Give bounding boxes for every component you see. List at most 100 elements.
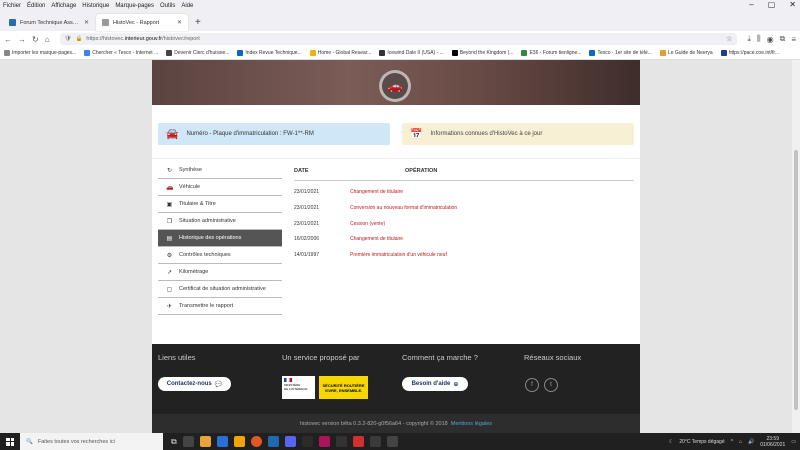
car-icon: 🚘 [166, 128, 179, 140]
bookmark-item[interactable]: Index Revue Technique... [237, 50, 302, 56]
table-row: 23/01/2021 Cession (vente) [294, 221, 634, 237]
twitter-icon[interactable]: t [544, 378, 558, 392]
clock[interactable]: 23:59 01/06/2021 [760, 436, 785, 448]
bookmark-favicon-icon [451, 50, 458, 56]
securite-routiere-logo[interactable]: SÉCURITÉ ROUTIÈRE VIVRE, ENSEMBLE. [319, 376, 368, 399]
url-bar[interactable]: 🛡 🔒 https://histovec.interieur.gouv.fr/h… [59, 33, 738, 45]
network-icon[interactable]: ⌂ [739, 439, 742, 445]
bookmark-item[interactable]: Importer les marque-pages... [4, 50, 76, 56]
home-icon[interactable]: ⌂ [45, 35, 50, 44]
notifications-icon[interactable]: ▭ [791, 439, 796, 445]
menu-item-edition[interactable]: Édition [27, 3, 45, 9]
table-row: 14/01/1997 Première immatriculation d'un … [294, 252, 634, 268]
sidebar-item-kilometrage[interactable]: ↗ Kilométrage [158, 264, 282, 281]
table-row: 23/01/2021 Changement de titulaire [294, 189, 634, 205]
taskbar-app-icon[interactable] [267, 436, 279, 447]
bookmark-star-icon[interactable]: ☆ [726, 35, 732, 43]
car-icon: 🚗 [379, 70, 411, 102]
menu-item-fichier[interactable]: Fichier [3, 3, 21, 9]
app-menu-icon[interactable]: ≡ [791, 35, 796, 44]
taskbar-search[interactable]: 🔍 Faites toutes vos recherches ici [20, 433, 163, 450]
menu-item-aide[interactable]: Aide [181, 3, 193, 9]
car-icon: 🚗 [166, 184, 174, 191]
table-row: 16/02/2006 Changement de titulaire [294, 236, 634, 252]
menu-item-affichage[interactable]: Affichage [51, 3, 76, 9]
close-tab-icon[interactable]: ✕ [177, 19, 182, 26]
taskbar-app-icon[interactable] [216, 436, 228, 447]
ministere-logo[interactable]: MINISTÈRE DE L'INTÉRIEUR [282, 376, 315, 399]
french-flag-icon [284, 378, 292, 382]
menu-item-marque-pages[interactable]: Marque-pages [115, 3, 154, 9]
menu-item-historique[interactable]: Historique [82, 3, 109, 9]
taskbar-app-icon[interactable] [386, 436, 398, 447]
taskbar-app-icon[interactable] [335, 436, 347, 447]
bookmark-item[interactable]: https://pace.coe.int/fr... [720, 50, 779, 56]
bookmark-item[interactable]: Icewind Dale II (USA) - ... [379, 50, 444, 56]
minimize-button[interactable]: – [749, 0, 753, 10]
facebook-icon[interactable]: f [525, 378, 539, 392]
bookmark-item[interactable]: Chercher « Tesco - Internet ... [84, 50, 158, 56]
report-sidebar: ↻ Synthèse 🚗 Véhicule ▣ Titulaire & Titre ❐… [158, 159, 282, 315]
tab-histovec[interactable]: HistoVec - Rapport ✕ [96, 14, 188, 31]
close-tab-icon[interactable]: ✕ [84, 19, 89, 26]
footer-links-title: Liens utiles [158, 353, 196, 362]
tab-forum[interactable]: Forum Technique Associatif de ✕ [3, 14, 95, 31]
taskbar-app-icon[interactable] [233, 436, 245, 447]
start-button[interactable] [0, 437, 20, 446]
library-icon[interactable]: ⫼ [757, 34, 761, 44]
help-button[interactable]: Besoin d'aide ⊕ [402, 377, 468, 391]
bookmark-favicon-icon [84, 50, 91, 56]
info-text: Informations connues d'HistoVec à ce jou… [430, 131, 543, 137]
bookmark-item[interactable]: Devenir Clerc d'huissie... [166, 50, 229, 56]
taskbar-app-icon[interactable] [199, 436, 211, 447]
bookmark-item[interactable]: Beyond the Kingdom (... [451, 50, 513, 56]
sidebar-item-certificat[interactable]: ▢ Certificat de situation administrative [158, 281, 282, 298]
table-header: DATE OPÉRATION [294, 168, 634, 181]
sidebar-item-transmettre[interactable]: ✈ Transmettre le rapport [158, 298, 282, 315]
page-scrollbar[interactable] [792, 60, 800, 433]
new-tab-button[interactable]: + [189, 17, 207, 31]
taskbar-app-icon[interactable] [284, 436, 296, 447]
weather-moon-icon: ☾ [668, 438, 674, 445]
forum-favicon-icon [9, 19, 16, 26]
sidebar-item-synthese[interactable]: ↻ Synthèse [158, 162, 282, 179]
shield-icon: 🛡 [64, 36, 72, 42]
row-operation: Première immatriculation d'un véhicule n… [350, 252, 447, 259]
tray-chevron-icon[interactable]: ^ [731, 439, 733, 445]
taskbar-app-icon[interactable] [182, 436, 194, 447]
bookmark-item[interactable]: Tesco - 1er site de télé... [589, 50, 652, 56]
bookmark-item[interactable]: Home - Global Resear... [309, 50, 371, 56]
taskbar-app-icon[interactable] [352, 436, 364, 447]
firefox-icon[interactable] [250, 436, 262, 447]
volume-icon[interactable]: 🔊 [748, 439, 754, 445]
scrollbar-thumb[interactable] [794, 150, 798, 410]
taskbar-app-icon[interactable] [318, 436, 330, 447]
bookmark-item[interactable]: E36 - Forum tienligne... [521, 50, 581, 56]
account-icon[interactable]: ◉ [767, 35, 774, 44]
row-date: 16/02/2006 [294, 236, 320, 243]
taskbar-app-icon[interactable] [369, 436, 381, 447]
legal-mentions-link[interactable]: Mentions légales [451, 421, 492, 427]
sidebar-item-controles[interactable]: ⚙ Contrôles techniques [158, 247, 282, 264]
sidebar-item-titulaire[interactable]: ▣ Titulaire & Titre [158, 196, 282, 213]
forward-icon[interactable]: → [18, 35, 26, 44]
task-view-icon[interactable]: ⧉ [171, 437, 177, 447]
footer-howto-title: Comment ça marche ? [402, 353, 478, 362]
plate-box: 🚘 Numéro - Plaque d'immatriculation : FW… [158, 123, 390, 145]
windows-taskbar: 🔍 Faites toutes vos recherches ici ⧉ ☾ 2… [0, 433, 800, 450]
close-window-button[interactable]: ✕ [789, 0, 796, 10]
menu-item-outils[interactable]: Outils [160, 3, 175, 9]
maximize-button[interactable]: ▢ [768, 0, 776, 10]
sidebar-item-vehicule[interactable]: 🚗 Véhicule [158, 179, 282, 196]
bookmark-item[interactable]: Le Guide de Neerya [659, 50, 713, 56]
taskbar-app-icon[interactable] [301, 436, 313, 447]
contact-button[interactable]: Contactez-nous 💬 [158, 377, 231, 391]
sidebar-item-historique[interactable]: ▤ Historique des opérations [158, 230, 282, 247]
sidebar-item-situation[interactable]: ❐ Situation administrative [158, 213, 282, 230]
extensions-icon[interactable]: ⧉ [780, 34, 786, 44]
weather-text[interactable]: 20°C Temps dégagé [679, 439, 724, 445]
reload-icon[interactable]: ↻ [32, 35, 39, 44]
downloads-icon[interactable]: ⤓ [747, 34, 751, 44]
back-icon[interactable]: ← [4, 35, 12, 44]
histovec-page: 🚗 🚘 Numéro - Plaque d'immatriculation : … [152, 60, 640, 433]
